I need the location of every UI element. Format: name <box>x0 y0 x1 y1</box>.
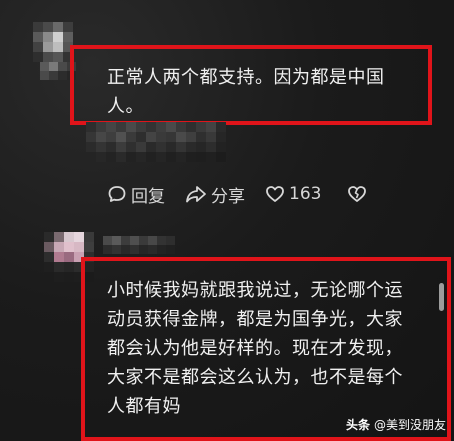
comment-line: 动员获得金牌，都是为国争光，大家 <box>107 309 403 330</box>
watermark: 头条 @美到没朋友 <box>346 416 446 433</box>
comment-text-2: 小时候我妈就跟我说过，无论哪个运 动员获得金牌，都是为国争光，大家 都会认为他是… <box>107 276 437 421</box>
watermark-handle: @美到没朋友 <box>373 418 446 432</box>
comment-line: 小时候我妈就跟我说过，无论哪个运 <box>107 280 403 301</box>
comment-text-1: 正常人两个都支持。因为都是中国 人。 <box>107 63 427 121</box>
share-label: 分享 <box>211 186 245 207</box>
dislike-button[interactable] <box>347 184 371 204</box>
reply-button[interactable]: 回复 <box>107 182 165 207</box>
comment-line: 正常人两个都支持。因为都是中国 <box>107 67 385 88</box>
reply-icon <box>108 186 126 202</box>
reply-label: 回复 <box>131 186 165 207</box>
comment-actions: 回复 分享 163 <box>107 181 391 207</box>
watermark-logo: 头条 <box>345 418 370 432</box>
broken-heart-icon <box>348 186 367 202</box>
like-button[interactable]: 163 <box>265 184 321 204</box>
pixelated-content <box>86 122 226 162</box>
share-button[interactable]: 分享 <box>185 182 245 207</box>
share-icon <box>186 186 206 203</box>
like-count: 163 <box>289 184 322 204</box>
heart-icon <box>266 186 284 202</box>
comment-line: 人。 <box>107 96 144 117</box>
comment-line: 都会认为他是好样的。现在才发现， <box>107 338 403 359</box>
username-pixelated[interactable] <box>103 236 175 254</box>
comment-line: 大家不是都会这么认为，也不是每个 <box>107 367 403 388</box>
scrollbar-thumb[interactable] <box>439 283 444 311</box>
avatar[interactable] <box>33 22 73 62</box>
